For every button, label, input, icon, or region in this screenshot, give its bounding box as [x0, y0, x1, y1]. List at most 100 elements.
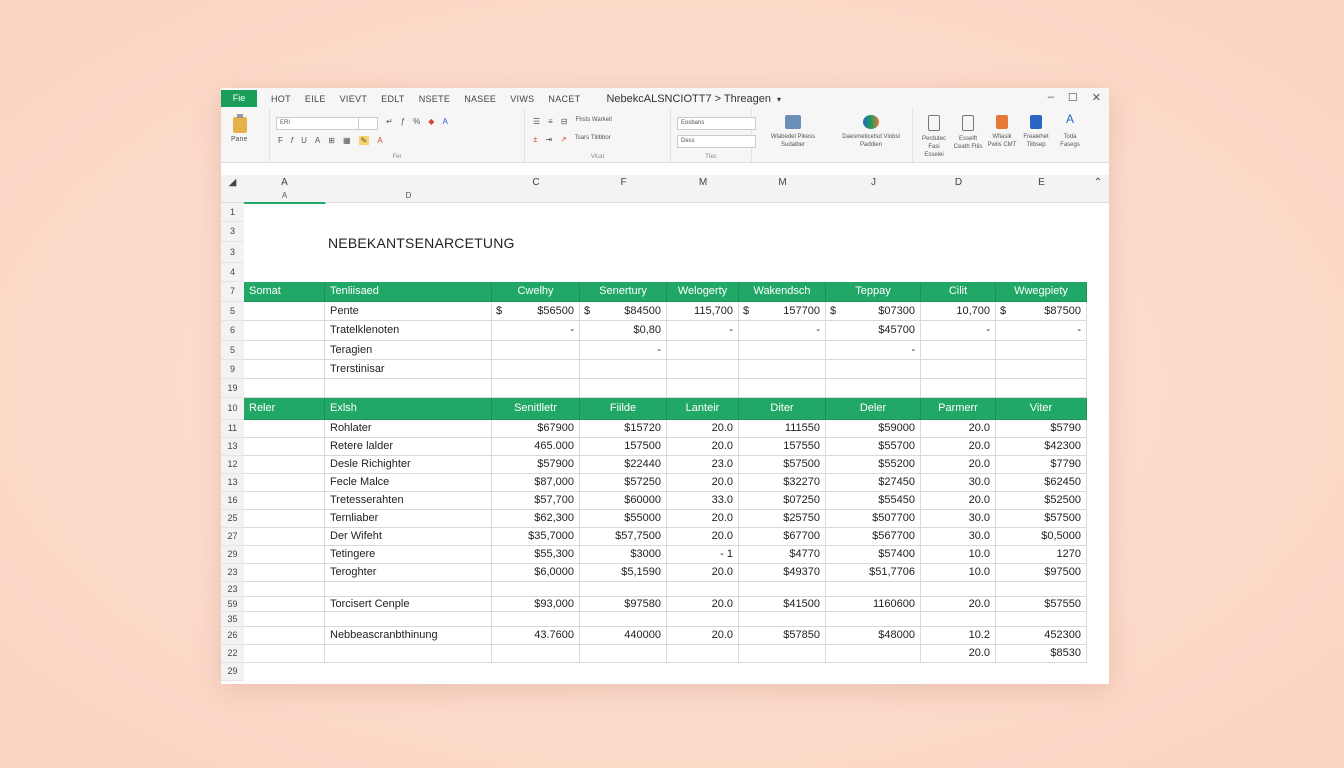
table-cell[interactable] — [739, 360, 826, 379]
table-cell[interactable]: 20.0 — [921, 492, 996, 510]
row-header[interactable]: 22 — [221, 645, 244, 663]
header-cell[interactable]: Senitlletr — [492, 398, 580, 420]
final-cell[interactable] — [325, 645, 492, 663]
total-cell[interactable]: Torcisert Cenple — [325, 597, 492, 612]
empty-cell[interactable] — [826, 612, 921, 627]
wrap-icon[interactable]: ↵ — [386, 117, 393, 126]
empty-cell[interactable] — [492, 379, 580, 398]
table-cell[interactable] — [244, 474, 325, 492]
table-cell[interactable] — [492, 341, 580, 360]
chevron-down-icon[interactable]: ▾ — [777, 95, 781, 104]
table-cell[interactable] — [996, 341, 1087, 360]
table-cell[interactable] — [921, 341, 996, 360]
final-cell[interactable] — [244, 645, 325, 663]
total-cell[interactable]: 43.7600 — [492, 627, 580, 645]
table-cell[interactable]: $55700 — [826, 438, 921, 456]
empty-cell[interactable] — [492, 612, 580, 627]
table-cell[interactable]: $22440 — [580, 456, 667, 474]
table-cell[interactable] — [244, 360, 325, 379]
empty-cell[interactable] — [996, 612, 1087, 627]
grow-font-icon[interactable]: A — [315, 136, 320, 145]
table-cell[interactable]: $3000 — [580, 546, 667, 564]
number-format-select[interactable]: Eosbans — [677, 117, 756, 130]
table-cell[interactable]: $87,000 — [492, 474, 580, 492]
merge-icon[interactable]: ⊟ — [561, 117, 568, 126]
table-cell[interactable] — [244, 438, 325, 456]
cells-button-4[interactable]: Freaiehet Tilbsep — [1021, 115, 1051, 149]
table-cell[interactable]: $52500 — [996, 492, 1087, 510]
empty-cell[interactable] — [826, 379, 921, 398]
table-cell[interactable] — [244, 510, 325, 528]
table-cell[interactable]: $56500 $ — [492, 302, 580, 321]
table-cell[interactable]: 20.0 — [667, 438, 739, 456]
table-cell[interactable]: 10,700 — [921, 302, 996, 321]
header-cell[interactable]: Lanteir — [667, 398, 739, 420]
table-cell[interactable]: $0,80 — [580, 321, 667, 341]
table-cell[interactable]: Teragien — [325, 341, 492, 360]
row-header[interactable]: 3 — [221, 242, 244, 263]
row-header[interactable]: 12 — [221, 456, 244, 474]
table-cell[interactable]: $87500 $ — [996, 302, 1087, 321]
table-cell[interactable]: $57500 — [739, 456, 826, 474]
table-cell[interactable] — [244, 302, 325, 321]
header-cell[interactable]: Fiilde — [580, 398, 667, 420]
table-cell[interactable]: 23.0 — [667, 456, 739, 474]
table-cell[interactable]: $55,300 — [492, 546, 580, 564]
header-cell[interactable]: Wakendsch — [739, 282, 826, 302]
total-cell[interactable]: $48000 — [826, 627, 921, 645]
header-cell[interactable]: Teppay — [826, 282, 921, 302]
row-header[interactable]: 13 — [221, 474, 244, 492]
table-cell[interactable] — [244, 528, 325, 546]
table-cell[interactable]: $59000 — [826, 420, 921, 438]
table-cell[interactable] — [244, 456, 325, 474]
table-cell[interactable] — [244, 546, 325, 564]
table-cell[interactable]: Retere lalder — [325, 438, 492, 456]
row-header[interactable]: 1 — [221, 203, 244, 222]
table-cell[interactable]: $07300 $ — [826, 302, 921, 321]
table-cell[interactable]: - — [739, 321, 826, 341]
table-cell[interactable]: - — [921, 321, 996, 341]
table-cell[interactable]: Ternliaber — [325, 510, 492, 528]
table-cell[interactable]: $6,0000 — [492, 564, 580, 582]
menu-item-hot[interactable]: HOT — [271, 94, 291, 104]
menu-item-eile[interactable]: EILE — [305, 94, 326, 104]
clipboard-icon[interactable] — [233, 114, 247, 133]
final-cell[interactable]: 20.0 — [921, 645, 996, 663]
table-cell[interactable]: 157550 — [739, 438, 826, 456]
table-cell[interactable]: 20.0 — [921, 420, 996, 438]
table-cell[interactable]: 111550 — [739, 420, 826, 438]
empty-cell[interactable] — [492, 582, 580, 597]
table-cell[interactable]: 20.0 — [667, 474, 739, 492]
total-cell[interactable]: 1160600 — [826, 597, 921, 612]
indent-icon[interactable]: ⇥ — [545, 135, 552, 144]
table-cell[interactable] — [244, 341, 325, 360]
table-cell[interactable]: Tratelklenoten — [325, 321, 492, 341]
total-cell[interactable]: $93,000 — [492, 597, 580, 612]
column-header-f[interactable]: F — [580, 175, 668, 190]
menu-item-view[interactable]: VIEVT — [340, 94, 368, 104]
table-cell[interactable]: $4770 — [739, 546, 826, 564]
file-tab[interactable]: Fie — [221, 90, 257, 107]
cells-button-1[interactable]: Perdutec Fasi Esselei — [919, 115, 949, 159]
scroll-up-icon[interactable]: ⌃ — [1087, 175, 1109, 190]
table-cell[interactable]: - — [826, 341, 921, 360]
table-cell[interactable]: $57,7500 — [580, 528, 667, 546]
total-cell[interactable]: 20.0 — [667, 597, 739, 612]
row-header[interactable]: 26 — [221, 627, 244, 645]
table-cell[interactable]: $67700 — [739, 528, 826, 546]
final-cell[interactable] — [826, 645, 921, 663]
number-format-select-2[interactable]: Dess — [677, 135, 756, 148]
insert-chart-button[interactable]: Wlabedel Pikess Sudaiber — [760, 115, 826, 149]
table-cell[interactable]: 10.0 — [921, 564, 996, 582]
empty-cell[interactable] — [667, 582, 739, 597]
column-header-c[interactable]: C — [492, 175, 581, 190]
table-cell[interactable]: 157500 — [580, 438, 667, 456]
table-cell[interactable]: Fecle Malce — [325, 474, 492, 492]
maximize-icon[interactable]: ☐ — [1068, 91, 1078, 104]
column-header-m2[interactable]: M — [739, 175, 827, 190]
header-cell[interactable]: Somat — [244, 282, 325, 302]
header-cell[interactable]: Cwelhy — [492, 282, 580, 302]
table-cell[interactable]: $55200 — [826, 456, 921, 474]
total-cell[interactable]: 440000 — [580, 627, 667, 645]
row-header[interactable]: 19 — [221, 379, 244, 398]
